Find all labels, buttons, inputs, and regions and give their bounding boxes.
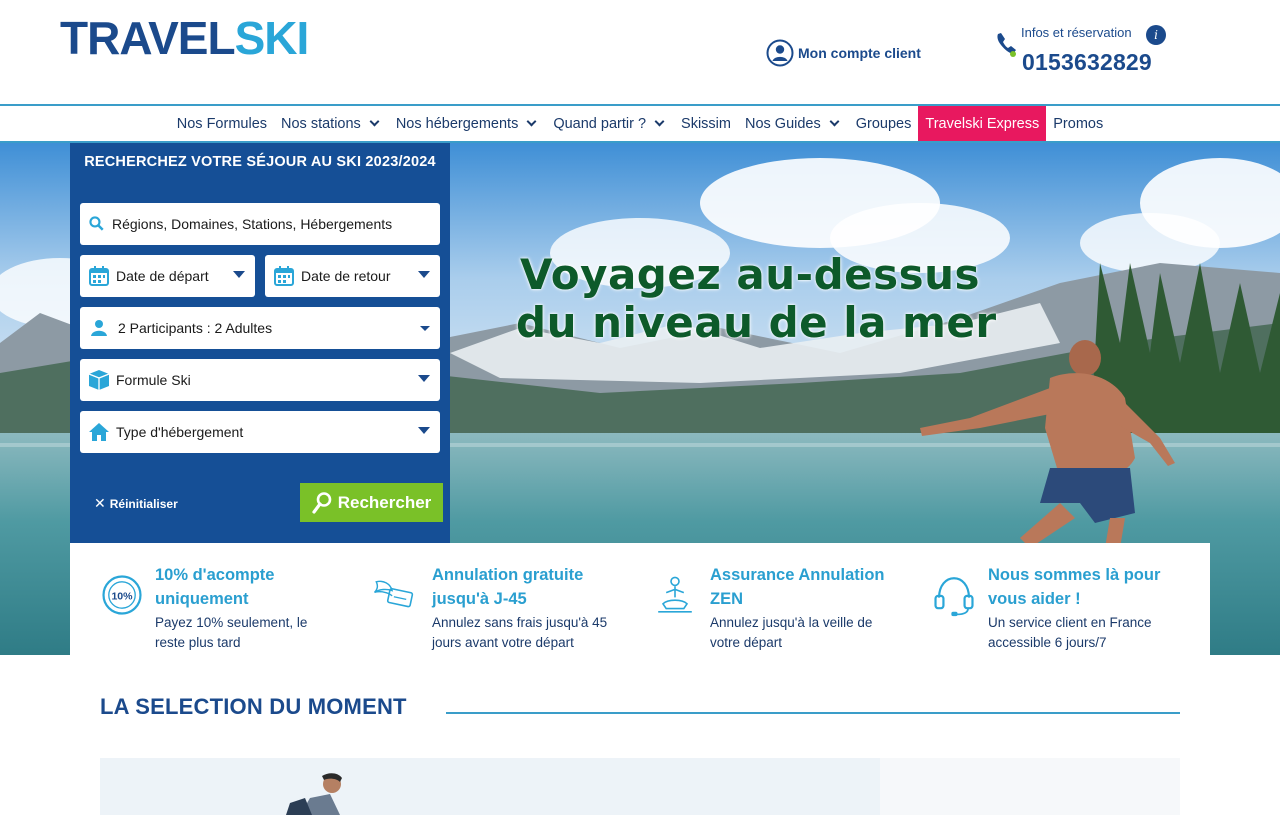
hero-line-1: Voyagez au-dessus xyxy=(520,250,981,299)
nav-item-skissim[interactable]: Skissim xyxy=(674,106,738,141)
nav-item-label: Groupes xyxy=(855,115,912,132)
reset-button[interactable]: ✕ Réinitialiser xyxy=(94,495,178,512)
account-label: Mon compte client xyxy=(798,45,921,61)
calendar-icon xyxy=(89,266,109,286)
selection-divider xyxy=(446,712,1180,714)
nav-item-travelski-express[interactable]: Travelski Express xyxy=(918,106,1047,141)
ten-percent-icon: 10% xyxy=(102,575,142,615)
hebergement-field[interactable]: Type d'hébergement xyxy=(80,411,440,453)
calendar-icon xyxy=(274,266,294,286)
meditation-icon xyxy=(658,576,692,613)
infos-reservation-label: Infos et réservation xyxy=(1021,25,1132,40)
main-nav: Nos Formules Nos stations Nos hébergemen… xyxy=(0,104,1280,143)
chevron-down-icon xyxy=(418,427,430,434)
feature-assurance: Assurance Annulation ZEN Annulez jusqu'à… xyxy=(630,543,910,656)
feature-acompte: 10% 10% d'acompte uniquement Payez 10% s… xyxy=(70,543,350,656)
search-button-label: Rechercher xyxy=(337,492,432,512)
participants-field[interactable]: 2 Participants : 2 Adultes xyxy=(80,307,440,349)
phone-block: Infos et réservation i 0153632829 xyxy=(994,24,1174,80)
search-panel: RECHERCHEZ VOTRE SÉJOUR AU SKI 2023/2024… xyxy=(70,143,450,543)
nav-item-nos-stations[interactable]: Nos stations xyxy=(274,106,389,141)
hebergement-value: Type d'hébergement xyxy=(116,424,244,440)
nav-item-label: Quand partir ? xyxy=(553,115,647,132)
box-icon xyxy=(88,370,110,390)
feature-service-client: Nous sommes là pour vous aider ! Un serv… xyxy=(910,543,1210,656)
feature-desc: Annulez sans frais jusqu'à 45 jours avan… xyxy=(432,615,608,650)
nav-item-label: Nos hébergements xyxy=(395,115,519,132)
date-retour-field[interactable]: Date de retour xyxy=(265,255,440,297)
nav-item-label: Nos Formules xyxy=(176,115,268,132)
reset-label: Réinitialiser xyxy=(109,496,178,511)
destination-placeholder: Régions, Domaines, Stations, Hébergement… xyxy=(112,216,393,232)
feature-desc: Annulez jusqu'à la veille de votre dépar… xyxy=(710,615,873,650)
search-title: RECHERCHEZ VOTRE SÉJOUR AU SKI 2023/2024 xyxy=(84,154,436,170)
jumping-man-image xyxy=(920,340,1175,548)
home-icon xyxy=(89,423,109,441)
nav-item-label: Travelski Express xyxy=(925,115,1040,132)
hiker-image xyxy=(100,758,1180,815)
nav-item-label: Nos stations xyxy=(281,115,361,132)
feature-annulation: Annulation gratuite jusqu'à J-45 Annulez… xyxy=(350,543,630,656)
chevron-down-icon xyxy=(418,375,430,382)
info-icon[interactable]: i xyxy=(1146,25,1166,45)
nav-item-label: Promos xyxy=(1053,115,1104,132)
chevron-down-icon xyxy=(420,326,430,331)
chevron-down-icon xyxy=(829,116,840,127)
feature-desc: Payez 10% seulement, le reste plus tard xyxy=(155,615,308,650)
feature-desc: Un service client en France accessible 6… xyxy=(988,615,1152,650)
nav-item-nos-formules[interactable]: Nos Formules xyxy=(170,106,274,141)
destination-field[interactable]: Régions, Domaines, Stations, Hébergement… xyxy=(80,203,440,245)
magnifier-icon xyxy=(312,491,332,514)
logo-ski-text: SKI xyxy=(234,12,310,64)
search-icon xyxy=(89,216,104,231)
nav-item-nos-guides[interactable]: Nos Guides xyxy=(738,106,849,141)
site-header: TRAVELSKI Mon compte client Infos et rés… xyxy=(0,0,1280,104)
date-depart-field[interactable]: Date de départ xyxy=(80,255,255,297)
phone-icon xyxy=(997,33,1016,57)
participants-value: 2 Participants : 2 Adultes xyxy=(118,320,273,336)
person-icon xyxy=(91,320,107,336)
nav-item-promos[interactable]: Promos xyxy=(1046,106,1110,141)
chevron-down-icon xyxy=(369,116,380,127)
travelski-logo[interactable]: TRAVELSKI xyxy=(60,12,310,64)
close-icon: ✕ xyxy=(94,495,106,511)
feature-title: Assurance Annulation ZEN xyxy=(710,566,885,608)
chevron-down-icon xyxy=(418,271,430,278)
logo-travel-text: TRAVEL xyxy=(60,12,236,64)
user-circle-icon xyxy=(766,39,794,67)
nav-item-label: Nos Guides xyxy=(744,115,821,132)
feature-title: 10% d'acompte uniquement xyxy=(155,566,275,608)
winged-ticket-icon xyxy=(374,580,414,608)
formule-field[interactable]: Formule Ski xyxy=(80,359,440,401)
headset-icon xyxy=(934,577,974,617)
ten-percent-badge: 10% xyxy=(111,590,133,602)
date-retour-label: Date de retour xyxy=(301,268,391,284)
phone-number[interactable]: 0153632829 xyxy=(1022,49,1152,76)
search-button[interactable]: Rechercher xyxy=(300,483,443,522)
date-depart-label: Date de départ xyxy=(116,268,209,284)
chevron-down-icon xyxy=(233,271,245,278)
nav-item-quand-partir[interactable]: Quand partir ? xyxy=(546,106,674,141)
selection-card-image[interactable] xyxy=(100,758,1180,815)
nav-item-groupes[interactable]: Groupes xyxy=(849,106,919,141)
feature-title: Annulation gratuite jusqu'à J-45 xyxy=(432,566,584,608)
account-link[interactable]: Mon compte client xyxy=(766,39,921,67)
features-strip: 10% 10% d'acompte uniquement Payez 10% s… xyxy=(70,543,1210,656)
formule-value: Formule Ski xyxy=(116,372,191,388)
feature-title: Nous sommes là pour vous aider ! xyxy=(988,566,1161,608)
chevron-down-icon xyxy=(526,116,537,127)
nav-item-label: Skissim xyxy=(681,115,731,132)
chevron-down-icon xyxy=(654,116,665,127)
selection-title: LA SELECTION DU MOMENT xyxy=(100,694,407,719)
nav-item-nos-hebergements[interactable]: Nos hébergements xyxy=(389,106,547,141)
